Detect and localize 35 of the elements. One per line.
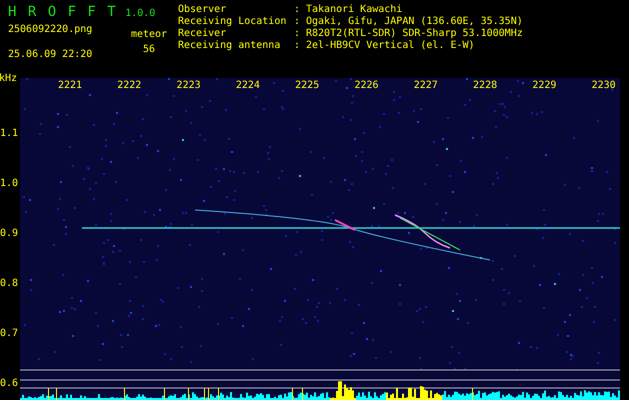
info-separator: : bbox=[294, 4, 302, 16]
info-value: Takanori Kawachi bbox=[306, 4, 404, 16]
app-title: H R O F F T bbox=[8, 4, 118, 20]
info-value: R820T2(RTL-SDR) SDR-Sharp 53.1000MHz bbox=[306, 28, 523, 40]
x-axis-label: 2226 bbox=[353, 80, 380, 92]
axis-unit-label: kHz bbox=[0, 72, 18, 86]
info-separator: : bbox=[294, 28, 302, 40]
info-value: 2el-HB9CV Vertical (el. E-W) bbox=[306, 40, 476, 52]
timestamp-label: 25.06.09 22:20 bbox=[8, 49, 94, 61]
x-axis-label: 2228 bbox=[472, 80, 498, 92]
info-label: Receiver bbox=[178, 28, 228, 40]
y-axis-label: 0.6 bbox=[0, 378, 18, 390]
counter-label: meteor bbox=[130, 29, 168, 41]
x-axis-label: 2229 bbox=[531, 80, 558, 92]
x-axis-label: 2222 bbox=[116, 80, 142, 92]
y-axis-label: 0.8 bbox=[0, 278, 18, 290]
x-axis-label: 2223 bbox=[176, 80, 202, 92]
info-label: Observer bbox=[178, 4, 228, 16]
y-axis-label: 0.7 bbox=[0, 328, 18, 340]
info-separator: : bbox=[294, 16, 302, 28]
y-axis-label: 1.0 bbox=[0, 178, 18, 190]
counter-value: 56 bbox=[142, 44, 156, 56]
info-value: Ogaki, Gifu, JAPAN (136.60E, 35.35N) bbox=[306, 16, 523, 28]
filename-label: 2506092220.png bbox=[8, 24, 94, 36]
y-axis-label: 0.9 bbox=[0, 228, 18, 240]
version-label: 1.0.0 bbox=[125, 8, 156, 19]
info-separator: : bbox=[294, 40, 302, 52]
x-axis-label: 2230 bbox=[590, 80, 617, 92]
info-label: Receiving antenna bbox=[178, 40, 282, 52]
x-axis-label: 2227 bbox=[412, 80, 439, 92]
y-axis-label: 1.1 bbox=[0, 128, 18, 140]
info-label: Receiving Location bbox=[178, 16, 288, 28]
x-axis-label: 2224 bbox=[234, 80, 261, 92]
x-axis-label: 2225 bbox=[294, 80, 320, 92]
x-axis-label: 2221 bbox=[56, 80, 84, 92]
